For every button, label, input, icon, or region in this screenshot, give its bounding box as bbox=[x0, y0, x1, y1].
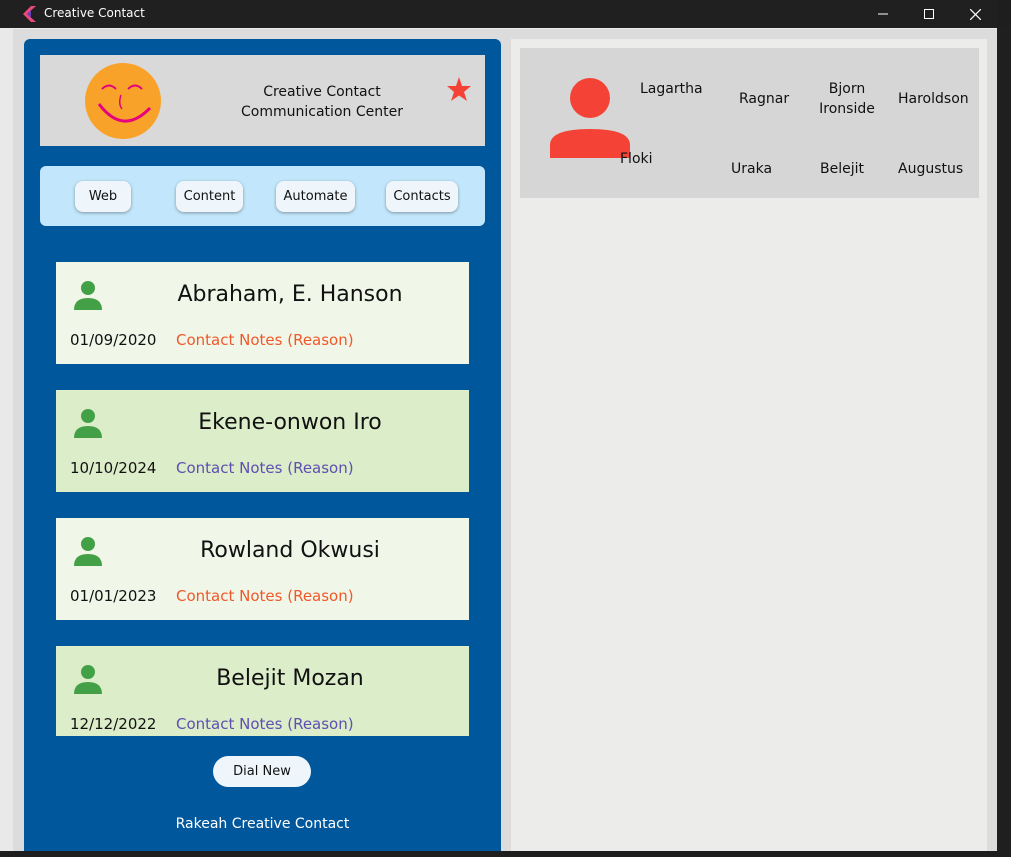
name-chip-line1: Bjorn bbox=[828, 81, 866, 97]
nav-content-button[interactable]: Content bbox=[176, 181, 243, 212]
contact-name: Rowland Okwusi bbox=[200, 538, 380, 563]
name-chip-line2: Ironside bbox=[819, 101, 875, 117]
star-icon[interactable] bbox=[446, 76, 472, 102]
person-icon bbox=[74, 665, 102, 694]
person-icon bbox=[74, 537, 102, 566]
dial-new-button[interactable]: Dial New bbox=[213, 756, 311, 787]
contact-date: 01/01/2023 bbox=[70, 587, 157, 605]
name-chip[interactable]: Floki bbox=[620, 149, 653, 169]
app-window: Creative Contact Creative Contact Commun… bbox=[0, 0, 997, 851]
header-title: Creative Contact Communication Center bbox=[232, 82, 412, 122]
contact-notes[interactable]: Contact Notes (Reason) bbox=[176, 459, 354, 477]
app-logo-icon bbox=[23, 6, 36, 22]
name-chip[interactable]: Augustus bbox=[898, 159, 963, 179]
contact-card[interactable]: Ekene-onwon Iro 10/10/2024 Contact Notes… bbox=[56, 390, 469, 492]
contact-card[interactable]: Rowland Okwusi 01/01/2023 Contact Notes … bbox=[56, 518, 469, 620]
contact-card[interactable]: Abraham, E. Hanson 01/09/2020 Contact No… bbox=[56, 262, 469, 364]
maximize-button[interactable] bbox=[906, 0, 952, 28]
nav-automate-button[interactable]: Automate bbox=[276, 181, 355, 212]
name-chip[interactable]: Belejit bbox=[820, 159, 864, 179]
background-editor-strip bbox=[997, 28, 1011, 857]
contact-list: Abraham, E. Hanson 01/09/2020 Contact No… bbox=[56, 262, 469, 736]
header-title-line2: Communication Center bbox=[241, 104, 403, 120]
nav-contacts-button[interactable]: Contacts bbox=[386, 181, 458, 212]
name-chip[interactable]: Bjorn Ironside bbox=[818, 79, 876, 119]
maximize-icon bbox=[924, 9, 934, 19]
nav-web-button[interactable]: Web bbox=[75, 181, 131, 212]
title-bar: Creative Contact bbox=[0, 0, 997, 28]
contact-notes[interactable]: Contact Notes (Reason) bbox=[176, 331, 354, 349]
close-button[interactable] bbox=[952, 0, 997, 28]
contact-date: 12/12/2022 bbox=[70, 715, 157, 733]
name-chip[interactable]: Ragnar bbox=[739, 89, 789, 109]
smiley-icon bbox=[85, 63, 161, 139]
person-icon bbox=[74, 409, 102, 438]
contact-name: Ekene-onwon Iro bbox=[198, 410, 382, 435]
name-chip[interactable]: Uraka bbox=[731, 159, 772, 179]
name-chip[interactable]: Haroldson bbox=[898, 89, 969, 109]
name-chip[interactable]: Lagartha bbox=[640, 79, 703, 99]
footer-text: Rakeah Creative Contact bbox=[175, 816, 350, 832]
person-icon bbox=[550, 78, 630, 158]
minimize-icon bbox=[878, 13, 888, 15]
header-title-line1: Creative Contact bbox=[263, 84, 381, 100]
contact-card[interactable]: Belejit Mozan 12/12/2022 Contact Notes (… bbox=[56, 646, 469, 736]
contact-notes[interactable]: Contact Notes (Reason) bbox=[176, 715, 354, 733]
contact-name: Abraham, E. Hanson bbox=[177, 282, 403, 307]
close-icon bbox=[969, 8, 981, 20]
person-icon bbox=[74, 281, 102, 310]
contact-name: Belejit Mozan bbox=[216, 666, 364, 691]
contact-notes[interactable]: Contact Notes (Reason) bbox=[176, 587, 354, 605]
minimize-button[interactable] bbox=[860, 0, 906, 28]
window-title: Creative Contact bbox=[44, 6, 145, 20]
contact-date: 01/09/2020 bbox=[70, 331, 157, 349]
contact-date: 10/10/2024 bbox=[70, 459, 157, 477]
